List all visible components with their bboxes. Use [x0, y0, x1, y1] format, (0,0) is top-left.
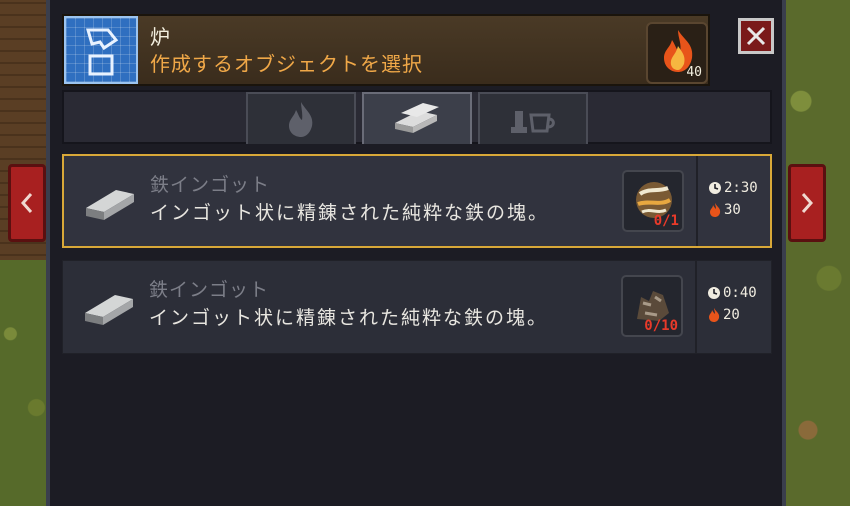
recipe-description: インゴット状に精錬された純粋な鉄の塊。: [150, 202, 550, 224]
fuel-indicator: 40: [646, 22, 708, 84]
recipe-name: 鉄インゴット: [149, 279, 270, 301]
ingredient-slot[interactable]: 0/1: [622, 170, 684, 232]
page-title: 炉: [150, 25, 170, 49]
background-right: [780, 0, 850, 506]
recipe-row[interactable]: 鉄インゴット インゴット状に精錬された純粋な鉄の塊。 0/10 0:40 20: [62, 260, 772, 354]
chevron-left-icon: [20, 193, 33, 213]
fire-icon: [710, 203, 721, 217]
craft-time: 2:30: [708, 180, 758, 196]
page-subtitle: 作成するオブジェクトを選択: [150, 52, 423, 76]
fire-tab-icon: [289, 102, 313, 137]
previous-page-button[interactable]: [8, 164, 46, 242]
tab-tools[interactable]: [478, 92, 588, 144]
row-divider: [695, 261, 697, 353]
fuel-cost-value: 30: [724, 202, 741, 218]
fuel-count: 40: [686, 65, 702, 80]
recipe-name: 鉄インゴット: [150, 174, 271, 196]
ingredient-count: 0/1: [653, 213, 679, 229]
close-button[interactable]: [738, 18, 774, 54]
clock-icon: [709, 182, 721, 194]
ingot-tab-icon: [395, 103, 439, 133]
clock-icon: [708, 287, 720, 299]
grass-patch: [0, 260, 52, 506]
iron-ingot-icon: [85, 295, 133, 325]
close-icon: [746, 26, 766, 46]
fuel-cost: 20: [707, 307, 740, 323]
tab-ingots[interactable]: [362, 92, 472, 144]
ingredient-count: 0/10: [644, 318, 678, 334]
fuel-cost-value: 20: [723, 307, 740, 323]
fuel-cost: 30: [708, 202, 741, 218]
tools-tab-icon: [511, 111, 555, 133]
chevron-right-icon: [801, 193, 814, 213]
recipe-description: インゴット状に精錬された純粋な鉄の塊。: [149, 307, 549, 329]
background-left: [0, 0, 52, 506]
craft-time: 0:40: [707, 285, 757, 301]
recipe-row[interactable]: 鉄インゴット インゴット状に精錬された純粋な鉄の塊。 0/1 2:30 30: [62, 154, 772, 248]
next-page-button[interactable]: [788, 164, 826, 242]
fire-icon: [709, 308, 720, 322]
ingredient-slot[interactable]: 0/10: [621, 275, 683, 337]
iron-ingot-icon: [86, 190, 134, 220]
row-divider: [696, 156, 698, 246]
blueprint-icon: [64, 16, 138, 84]
tab-fire[interactable]: [246, 92, 356, 144]
craft-time-value: 0:40: [723, 285, 757, 301]
craft-time-value: 2:30: [724, 180, 758, 196]
